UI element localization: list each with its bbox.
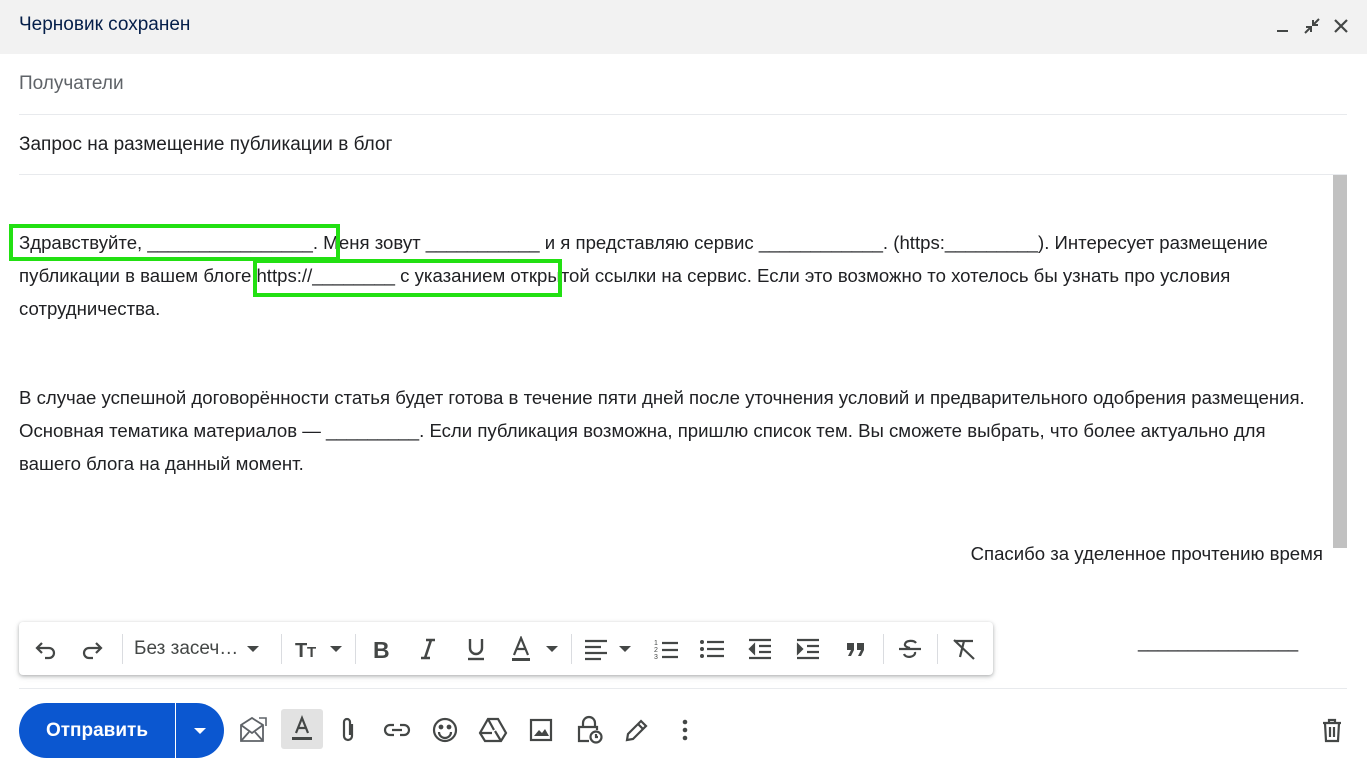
send-button-label: Отправить: [45, 719, 149, 741]
body-paragraph-2: В случае успешной договорённости статья …: [19, 387, 1310, 474]
emoji-icon[interactable]: [428, 713, 462, 747]
send-button[interactable]: Отправить: [19, 703, 175, 758]
bold-icon[interactable]: B: [363, 632, 397, 666]
toolbar-separator: [281, 634, 282, 664]
font-select[interactable]: Без засеч…: [134, 632, 274, 666]
font-select-value: Без засеч…: [134, 638, 239, 659]
schedule-send-icon[interactable]: [236, 713, 272, 747]
subject-field[interactable]: Запрос на размещение публикации в блог: [19, 114, 1347, 175]
photo-icon[interactable]: [524, 713, 558, 747]
signature-icon[interactable]: [620, 713, 654, 747]
toolbar-separator: [883, 634, 884, 664]
svg-text:2: 2: [654, 647, 658, 654]
more-options-icon[interactable]: [668, 713, 702, 747]
svg-text:B: B: [373, 637, 390, 661]
body-scrollbar[interactable]: [1333, 175, 1347, 548]
svg-text:3: 3: [654, 654, 658, 661]
drive-icon[interactable]: [476, 713, 510, 747]
signature-line: ________________: [1138, 632, 1299, 652]
text-size-icon[interactable]: TT: [291, 632, 345, 666]
formatting-toolbar: Без засеч… TT B 123: [19, 622, 993, 675]
indent-more-icon[interactable]: [791, 632, 825, 666]
italic-icon[interactable]: [411, 632, 445, 666]
align-icon[interactable]: [583, 632, 633, 666]
toolbar-separator: [122, 634, 123, 664]
toolbar-divider: [19, 688, 1347, 689]
quote-icon[interactable]: [839, 632, 873, 666]
link-icon[interactable]: [380, 713, 414, 747]
thanks-line: Спасибо за уделенное прочтению время: [970, 543, 1323, 564]
chevron-down-icon: [194, 727, 206, 734]
recipients-placeholder: Получатели: [19, 73, 124, 94]
toolbar-separator: [571, 634, 572, 664]
redo-icon[interactable]: [75, 632, 109, 666]
close-icon[interactable]: [1328, 13, 1354, 39]
undo-icon[interactable]: [29, 632, 63, 666]
highlight-box-blog-link: [253, 259, 562, 297]
strikethrough-icon[interactable]: [893, 632, 927, 666]
fullscreen-exit-icon[interactable]: [1299, 13, 1325, 39]
svg-text:T: T: [295, 640, 307, 661]
formatting-options-icon[interactable]: [281, 709, 323, 749]
confidential-mode-icon[interactable]: [572, 713, 606, 747]
recipients-field[interactable]: Получатели: [19, 54, 1347, 115]
highlight-box-greeting: [9, 224, 340, 261]
draft-status-title: Черновик сохранен: [19, 14, 191, 35]
discard-icon[interactable]: [1315, 713, 1349, 747]
svg-text:1: 1: [654, 640, 658, 647]
chevron-down-icon: [247, 646, 260, 652]
remove-formatting-icon[interactable]: [947, 632, 981, 666]
numbered-list-icon[interactable]: 123: [649, 632, 683, 666]
subject-value: Запрос на размещение публикации в блог: [19, 134, 393, 155]
indent-less-icon[interactable]: [743, 632, 777, 666]
compose-header: Черновик сохранен: [0, 0, 1367, 54]
bulleted-list-icon[interactable]: [695, 632, 729, 666]
schedule-send-dropdown[interactable]: [176, 703, 224, 758]
attach-icon[interactable]: [331, 713, 365, 747]
toolbar-separator: [937, 634, 938, 664]
underline-icon[interactable]: [459, 632, 493, 666]
svg-text:T: T: [307, 644, 316, 661]
toolbar-separator: [355, 634, 356, 664]
text-color-icon[interactable]: [507, 632, 561, 666]
minimize-icon[interactable]: [1270, 13, 1296, 39]
